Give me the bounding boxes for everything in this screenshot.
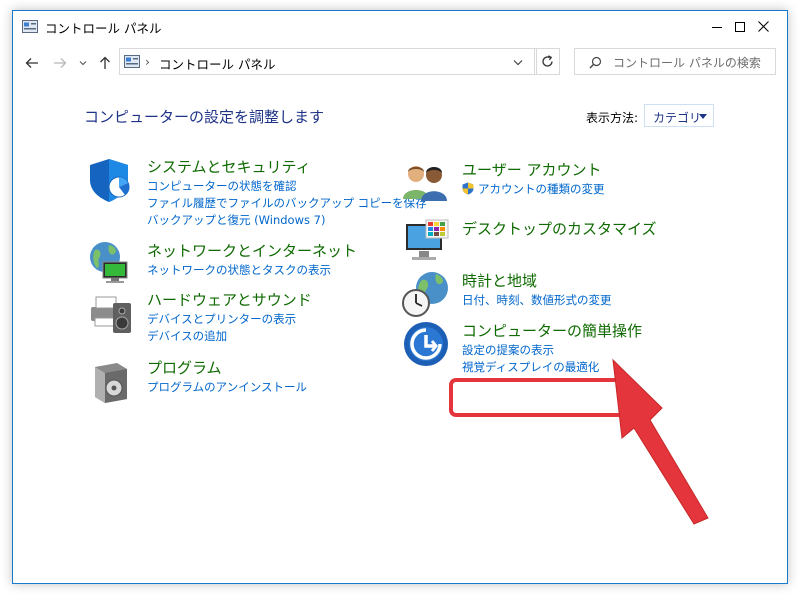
red-arrow-icon — [612, 358, 709, 525]
annotation-arrow — [612, 358, 709, 525]
